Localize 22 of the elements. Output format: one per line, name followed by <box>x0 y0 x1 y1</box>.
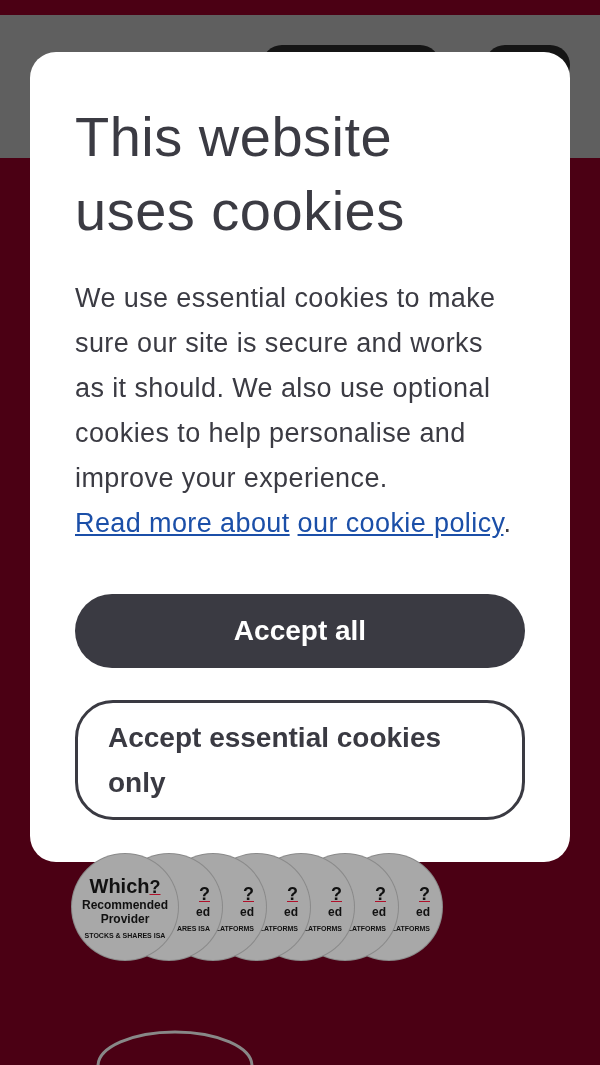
badge-mark: ? <box>331 882 342 905</box>
cookie-policy-link[interactable]: Read more about <box>75 508 290 538</box>
badge-mark: ? <box>287 882 298 905</box>
badge-title: Recommended Provider <box>81 898 169 926</box>
cookie-policy-link[interactable]: our cookie policy <box>297 508 504 538</box>
badge-brand: Which <box>89 875 150 897</box>
badge-mark: ? <box>199 882 210 905</box>
badge-title: ed <box>284 904 298 919</box>
badge-mark: ? <box>243 882 254 905</box>
badge-mark: ? <box>375 882 386 905</box>
badge-title: ed <box>416 904 430 919</box>
badge-title: ed <box>240 904 254 919</box>
accept-all-button[interactable]: Accept all <box>75 594 525 668</box>
badge-mark: ? <box>419 882 430 905</box>
dialog-title: This website uses cookies <box>75 104 406 244</box>
badge-title: ed <box>196 904 210 919</box>
logo-icon <box>95 1028 255 1065</box>
badge-title: ed <box>372 904 386 919</box>
badge-title: ed <box>328 904 342 919</box>
badge-mark: ? <box>149 877 161 897</box>
dialog-text: We use essential cookies to make sure our site is secure and works as it should. We also use optional cookies to help personalise and improve your experience. Read more about our cookie policy. <box>75 282 513 540</box>
accept-essential-button[interactable]: Accept essential cookies only <box>75 700 525 820</box>
